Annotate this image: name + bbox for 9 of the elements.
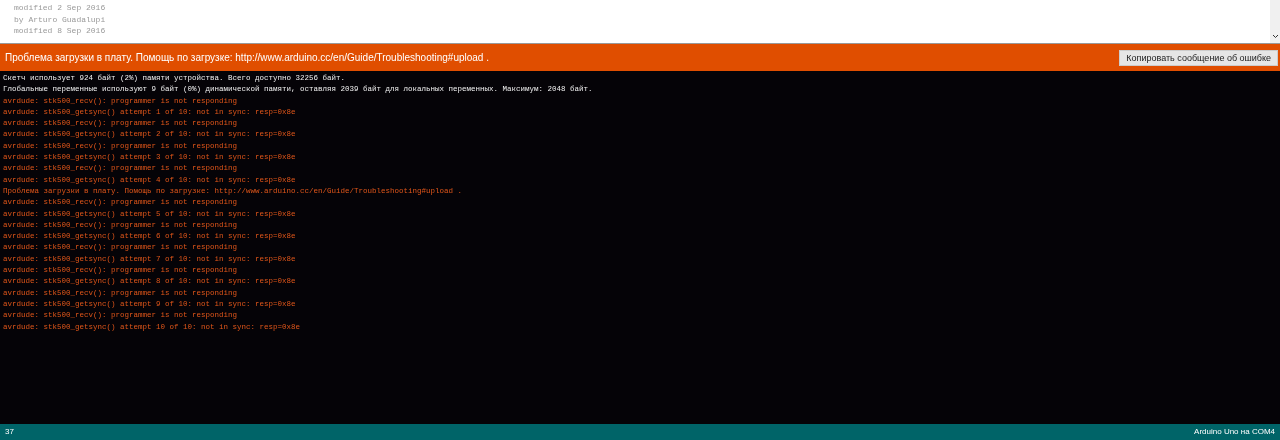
code-line: modified 2 Sep 2016 xyxy=(14,2,107,14)
code-line: by Arturo Guadalupi xyxy=(14,13,107,25)
copy-error-button[interactable]: Копировать сообщение об ошибке xyxy=(1119,49,1278,66)
code-line: modified 8 Sep 2016 xyxy=(14,25,107,37)
line-number: 37 xyxy=(5,426,14,438)
chevron-down-icon[interactable] xyxy=(1271,34,1279,39)
scrollbar[interactable] xyxy=(1270,0,1280,43)
error-message: Проблема загрузки в плату. Помощь по загрузке: http://www.arduino.cc/en/Guide/Troubleshooting#upload . xyxy=(4,51,489,65)
board-port: Arduino Uno на COM4 xyxy=(1194,426,1275,438)
